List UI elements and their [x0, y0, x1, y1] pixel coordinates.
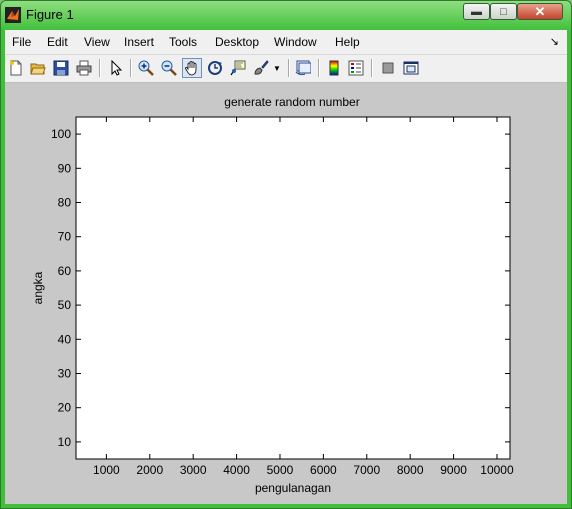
- y-tick-label: 60: [58, 264, 72, 278]
- menu-view[interactable]: View: [84, 35, 110, 49]
- menu-edit[interactable]: Edit: [47, 35, 68, 49]
- figure-client-area: File Edit View Insert Tools Desktop Wind…: [5, 30, 567, 504]
- menu-desktop[interactable]: Desktop: [215, 35, 259, 49]
- insert-legend-button[interactable]: [346, 58, 366, 78]
- x-tick-label: 10000: [480, 463, 514, 477]
- menu-file[interactable]: File: [12, 35, 31, 49]
- brush-button[interactable]: [251, 58, 271, 78]
- print-button[interactable]: [74, 58, 94, 78]
- show-plot-tools-icon: [403, 61, 419, 75]
- link-plot-button[interactable]: [293, 58, 313, 78]
- zoom-in-icon: [138, 60, 154, 76]
- print-icon: [76, 60, 92, 76]
- y-tick-label: 30: [58, 367, 72, 381]
- window-title: Figure 1: [26, 7, 74, 22]
- minimize-button[interactable]: ▬: [463, 3, 490, 20]
- close-button[interactable]: ✕: [517, 3, 563, 20]
- axes-svg: generate random number 1000 2000 3000 4000 5…: [31, 95, 514, 495]
- pan-hand-icon: [185, 61, 197, 76]
- new-figure-button[interactable]: [6, 58, 26, 78]
- x-tick-label: 7000: [353, 463, 380, 477]
- data-cursor-icon: [230, 60, 246, 76]
- select-arrow-button[interactable]: [106, 58, 126, 78]
- toolbar-separator: [371, 59, 373, 77]
- axes-plot-area[interactable]: [75, 116, 511, 460]
- x-tick-label: 8000: [397, 463, 424, 477]
- legend-icon: [348, 60, 364, 76]
- x-axis-label: pengulanagan: [255, 481, 331, 495]
- x-tick-label: 4000: [223, 463, 250, 477]
- title-bar[interactable]: Figure 1 ▬ □ ✕: [1, 1, 571, 29]
- y-tick-label: 70: [58, 230, 72, 244]
- zoom-in-button[interactable]: [136, 58, 156, 78]
- zoom-out-button[interactable]: [159, 58, 179, 78]
- chevron-down-icon: ▼: [273, 63, 281, 73]
- y-tick-label: 90: [58, 161, 72, 175]
- toolbar-separator: [288, 59, 290, 77]
- save-button[interactable]: [51, 58, 71, 78]
- colorbar-icon: [329, 60, 339, 76]
- y-tick-label: 40: [58, 332, 72, 346]
- menu-dock-arrow-icon[interactable]: ↘: [550, 35, 559, 48]
- y-tick-label: 10: [58, 435, 72, 449]
- x-tick-label: 5000: [267, 463, 294, 477]
- brush-icon: [254, 60, 269, 75]
- rotate-3d-button[interactable]: [205, 58, 225, 78]
- zoom-out-icon: [161, 60, 177, 76]
- x-tick-label: 9000: [440, 463, 467, 477]
- menu-insert[interactable]: Insert: [124, 35, 154, 49]
- hide-plot-tools-button[interactable]: [378, 58, 398, 78]
- brush-dropdown-button[interactable]: ▼: [271, 58, 283, 78]
- x-tick-label: 6000: [310, 463, 337, 477]
- figure-window: Figure 1 ▬ □ ✕ File Edit View Insert Too…: [0, 0, 572, 509]
- new-figure-icon: [10, 60, 22, 76]
- open-file-icon: [30, 63, 46, 75]
- y-tick-label: 20: [58, 401, 72, 415]
- minimize-icon: ▬: [471, 5, 482, 18]
- maximize-button[interactable]: □: [490, 3, 517, 20]
- link-plot-icon: [295, 60, 311, 76]
- menu-bar: File Edit View Insert Tools Desktop Wind…: [5, 30, 567, 55]
- matlab-logo-icon: [5, 7, 21, 23]
- show-plot-tools-button[interactable]: [401, 58, 421, 78]
- close-icon: ✕: [534, 3, 546, 19]
- save-icon: [53, 60, 69, 76]
- toolbar-separator: [130, 59, 132, 77]
- menu-tools[interactable]: Tools: [169, 35, 197, 49]
- x-tick-label: 3000: [180, 463, 207, 477]
- maximize-icon: □: [500, 5, 507, 18]
- toolbar-separator: [318, 59, 320, 77]
- y-tick-label: 100: [51, 127, 71, 141]
- x-tick-label: 2000: [136, 463, 163, 477]
- menu-window[interactable]: Window: [274, 35, 317, 49]
- chart-title: generate random number: [224, 95, 359, 109]
- data-cursor-button[interactable]: [228, 58, 248, 78]
- x-tick-label: 1000: [93, 463, 120, 477]
- toolbar-separator: [99, 59, 101, 77]
- y-axis-label: angka: [31, 271, 45, 304]
- figure-toolbar: ▼: [5, 55, 567, 83]
- y-tick-label: 50: [58, 298, 72, 312]
- insert-colorbar-button[interactable]: [324, 58, 344, 78]
- hide-plot-tools-icon: [382, 62, 394, 74]
- figure-canvas[interactable]: generate random number 1000 2000 3000 4000 5…: [5, 83, 567, 504]
- pan-button[interactable]: [182, 58, 202, 78]
- open-file-button[interactable]: [28, 58, 48, 78]
- select-arrow-icon: [111, 60, 123, 76]
- rotate-3d-icon: [208, 61, 222, 75]
- y-tick-label: 80: [58, 196, 72, 210]
- menu-help[interactable]: Help: [335, 35, 360, 49]
